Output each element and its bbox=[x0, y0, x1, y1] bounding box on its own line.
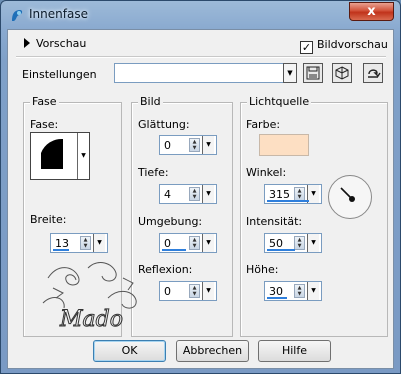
spin-arrows-icon[interactable]: ▲ ▼ bbox=[189, 284, 200, 298]
cancel-button[interactable]: Abbrechen bbox=[176, 340, 249, 362]
separator bbox=[16, 56, 386, 58]
chevron-down-icon[interactable]: ▼ bbox=[202, 234, 214, 252]
dialog-window: Innenfase x Vorschau ✓ Bildvorschau Einst… bbox=[0, 0, 401, 374]
close-button[interactable]: x bbox=[349, 2, 394, 21]
glaettung-value: 0 bbox=[164, 139, 171, 152]
breite-stepper[interactable]: 13 ▲ ▼ ▼ bbox=[50, 233, 108, 253]
spin-arrows-icon[interactable]: ▲ ▼ bbox=[189, 138, 200, 152]
spin-arrows-icon[interactable]: ▲ ▼ bbox=[80, 236, 91, 250]
spin-arrows-icon[interactable]: ▲ ▼ bbox=[189, 187, 200, 201]
spin-arrows-icon[interactable]: ▲ ▼ bbox=[294, 284, 305, 298]
tiefe-value: 4 bbox=[164, 188, 171, 201]
quarter-circle-icon bbox=[41, 138, 63, 169]
watermark-text: Mado bbox=[59, 307, 123, 332]
dial-needle-icon bbox=[340, 187, 355, 202]
farbe-swatch[interactable] bbox=[259, 134, 309, 156]
tiefe-stepper[interactable]: 4 ▲ ▼ ▼ bbox=[159, 184, 217, 204]
floppy-icon bbox=[306, 66, 320, 80]
glaettung-label: Glättung: bbox=[138, 118, 190, 131]
settings-select[interactable]: ▼ bbox=[114, 63, 297, 83]
chevron-down-icon[interactable]: ▼ bbox=[202, 282, 214, 300]
mado-watermark: Mado bbox=[42, 262, 137, 333]
preview-checkbox-label: Bildvorschau bbox=[317, 38, 388, 51]
preview-toggle-label: Vorschau bbox=[36, 37, 87, 50]
preview-checkbox[interactable]: ✓ bbox=[300, 41, 313, 54]
glaettung-stepper[interactable]: 0 ▲ ▼ ▼ bbox=[159, 135, 217, 155]
chevron-down-icon[interactable]: ▼ bbox=[307, 282, 319, 300]
umgebung-label: Umgebung: bbox=[138, 215, 203, 228]
help-button[interactable]: Hilfe bbox=[258, 340, 331, 362]
angle-dial[interactable] bbox=[328, 175, 372, 219]
breite-level-bar bbox=[53, 249, 69, 251]
reflexion-value: 0 bbox=[164, 285, 171, 298]
winkel-stepper[interactable]: 315 ▲ ▼ ▼ bbox=[264, 184, 322, 204]
bild-group-title: Bild bbox=[138, 95, 163, 108]
preview-checkbox-row[interactable]: ✓ Bildvorschau bbox=[300, 38, 388, 54]
chevron-down-icon[interactable]: ▼ bbox=[283, 63, 297, 83]
winkel-label: Winkel: bbox=[246, 166, 287, 179]
reset-button[interactable] bbox=[363, 63, 383, 83]
spin-arrows-icon[interactable]: ▲ ▼ bbox=[189, 236, 200, 250]
dialog-body: Vorschau ✓ Bildvorschau Einstellungen ▼ F… bbox=[7, 29, 394, 369]
close-icon: x bbox=[367, 4, 376, 19]
intensitaet-level-bar bbox=[267, 249, 295, 251]
app-icon bbox=[12, 10, 23, 21]
window-title: Innenfase bbox=[29, 7, 88, 21]
hoehe-label: Höhe: bbox=[246, 263, 279, 276]
save-preset-button[interactable] bbox=[303, 63, 323, 83]
reset-icon bbox=[368, 69, 381, 78]
chevron-down-icon[interactable]: ▼ bbox=[93, 234, 105, 252]
chevron-down-icon[interactable]: ▼ bbox=[202, 185, 214, 203]
intensitaet-stepper[interactable]: 50 ▲ ▼ ▼ bbox=[264, 233, 322, 253]
breite-label: Breite: bbox=[30, 213, 67, 226]
fase-label: Fase: bbox=[30, 118, 59, 131]
title-bar[interactable]: Innenfase x bbox=[1, 1, 400, 29]
settings-label: Einstellungen bbox=[22, 68, 97, 81]
licht-group-title: Lichtquelle bbox=[247, 95, 312, 108]
chevron-down-icon[interactable]: ▼ bbox=[307, 234, 319, 252]
intensitaet-label: Intensität: bbox=[246, 215, 303, 228]
chevron-down-icon[interactable]: ▼ bbox=[202, 136, 214, 154]
hoehe-level-bar bbox=[267, 297, 287, 299]
cube-icon bbox=[335, 66, 349, 80]
fase-shape-picker[interactable]: ▼ bbox=[30, 132, 90, 180]
farbe-label: Farbe: bbox=[246, 118, 281, 131]
preview-toggle[interactable]: Vorschau bbox=[24, 37, 86, 50]
umgebung-stepper[interactable]: 0 ▲ ▼ ▼ bbox=[159, 233, 217, 253]
umgebung-level-bar bbox=[162, 249, 186, 251]
expand-triangle-icon bbox=[24, 38, 30, 48]
resource-button[interactable] bbox=[332, 63, 352, 83]
fase-group-title: Fase bbox=[30, 95, 59, 108]
winkel-level-bar bbox=[267, 200, 309, 202]
hoehe-stepper[interactable]: 30 ▲ ▼ ▼ bbox=[264, 281, 322, 301]
reflexion-stepper[interactable]: 0 ▲ ▼ ▼ bbox=[159, 281, 217, 301]
tiefe-label: Tiefe: bbox=[138, 166, 169, 179]
spin-arrows-icon[interactable]: ▲ ▼ bbox=[294, 236, 305, 250]
spin-arrows-icon[interactable]: ▲ ▼ bbox=[294, 187, 305, 201]
chevron-down-icon[interactable]: ▼ bbox=[77, 133, 89, 179]
ok-button[interactable]: OK bbox=[93, 340, 166, 362]
